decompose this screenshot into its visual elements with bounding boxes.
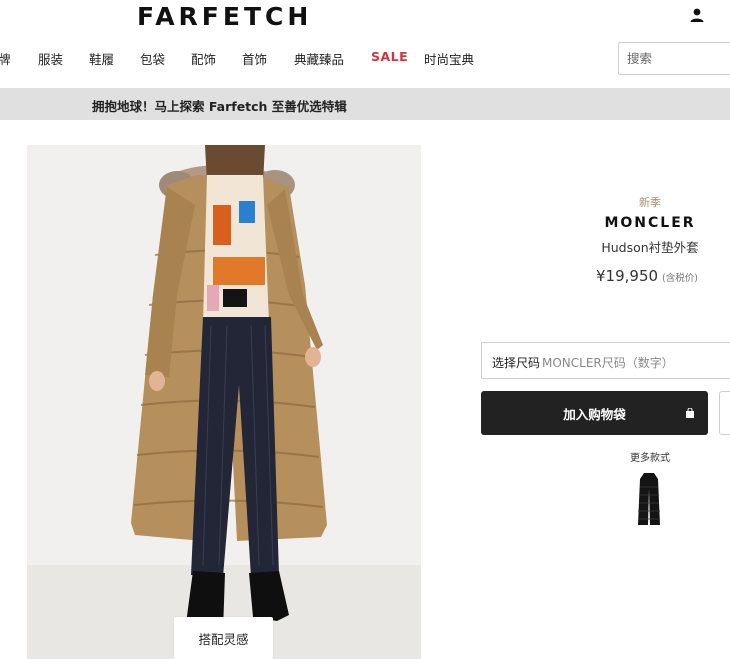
size-selector-value: MONCLER尺码（数字） [542, 356, 674, 370]
shopping-bag-icon [686, 408, 694, 418]
user-icon[interactable] [688, 6, 706, 24]
promo-banner[interactable]: 拥抱地球！马上探索 Farfetch 至善优选特辑 [0, 88, 730, 120]
add-to-bag-button[interactable]: 加入购物袋 [481, 391, 708, 435]
nav-item-clothing[interactable]: 服装 [38, 49, 63, 68]
brand-name[interactable]: MONCLER [560, 215, 730, 231]
product-price: ¥19,950 [596, 267, 659, 285]
price-container: ¥19,950 (含税价) [596, 266, 698, 285]
price-tax-note: (含税价) [662, 273, 698, 284]
nav-item-style-guide[interactable]: 时尚宝典 [424, 49, 474, 68]
farfetch-logo[interactable]: FARFETCH [137, 2, 312, 31]
product-name: Hudson衬垫外套 [601, 240, 699, 255]
size-selector[interactable]: 选择尺码 MONCLER尺码（数字） [481, 342, 730, 379]
nav-item-sale[interactable]: SALE [371, 49, 408, 64]
new-season-badge: 新季 [639, 196, 661, 209]
nav-item-shoes[interactable]: 鞋履 [89, 49, 114, 68]
search-input[interactable] [627, 51, 730, 66]
nav-item-accessories[interactable]: 配饰 [191, 49, 216, 68]
promo-banner-text[interactable]: 拥抱地球！马上探索 Farfetch 至善优选特辑 [92, 96, 347, 115]
style-inspiration-button[interactable]: 搭配灵感 [174, 617, 273, 659]
nav-item-pre-owned[interactable]: 典藏臻品 [294, 49, 344, 68]
product-image[interactable] [27, 145, 421, 659]
nav-item-bags[interactable]: 包袋 [140, 49, 165, 68]
wishlist-button[interactable] [719, 391, 730, 435]
add-to-bag-label: 加入购物袋 [563, 406, 626, 422]
size-selector-label: 选择尺码 [492, 356, 541, 370]
more-styles-label: 更多款式 [630, 453, 670, 464]
nav-item-brands[interactable]: 牌 [0, 49, 11, 68]
search-box[interactable] [618, 42, 730, 75]
variant-thumbnail-black-coat[interactable] [634, 469, 664, 529]
nav-item-jewelry[interactable]: 首饰 [242, 49, 267, 68]
